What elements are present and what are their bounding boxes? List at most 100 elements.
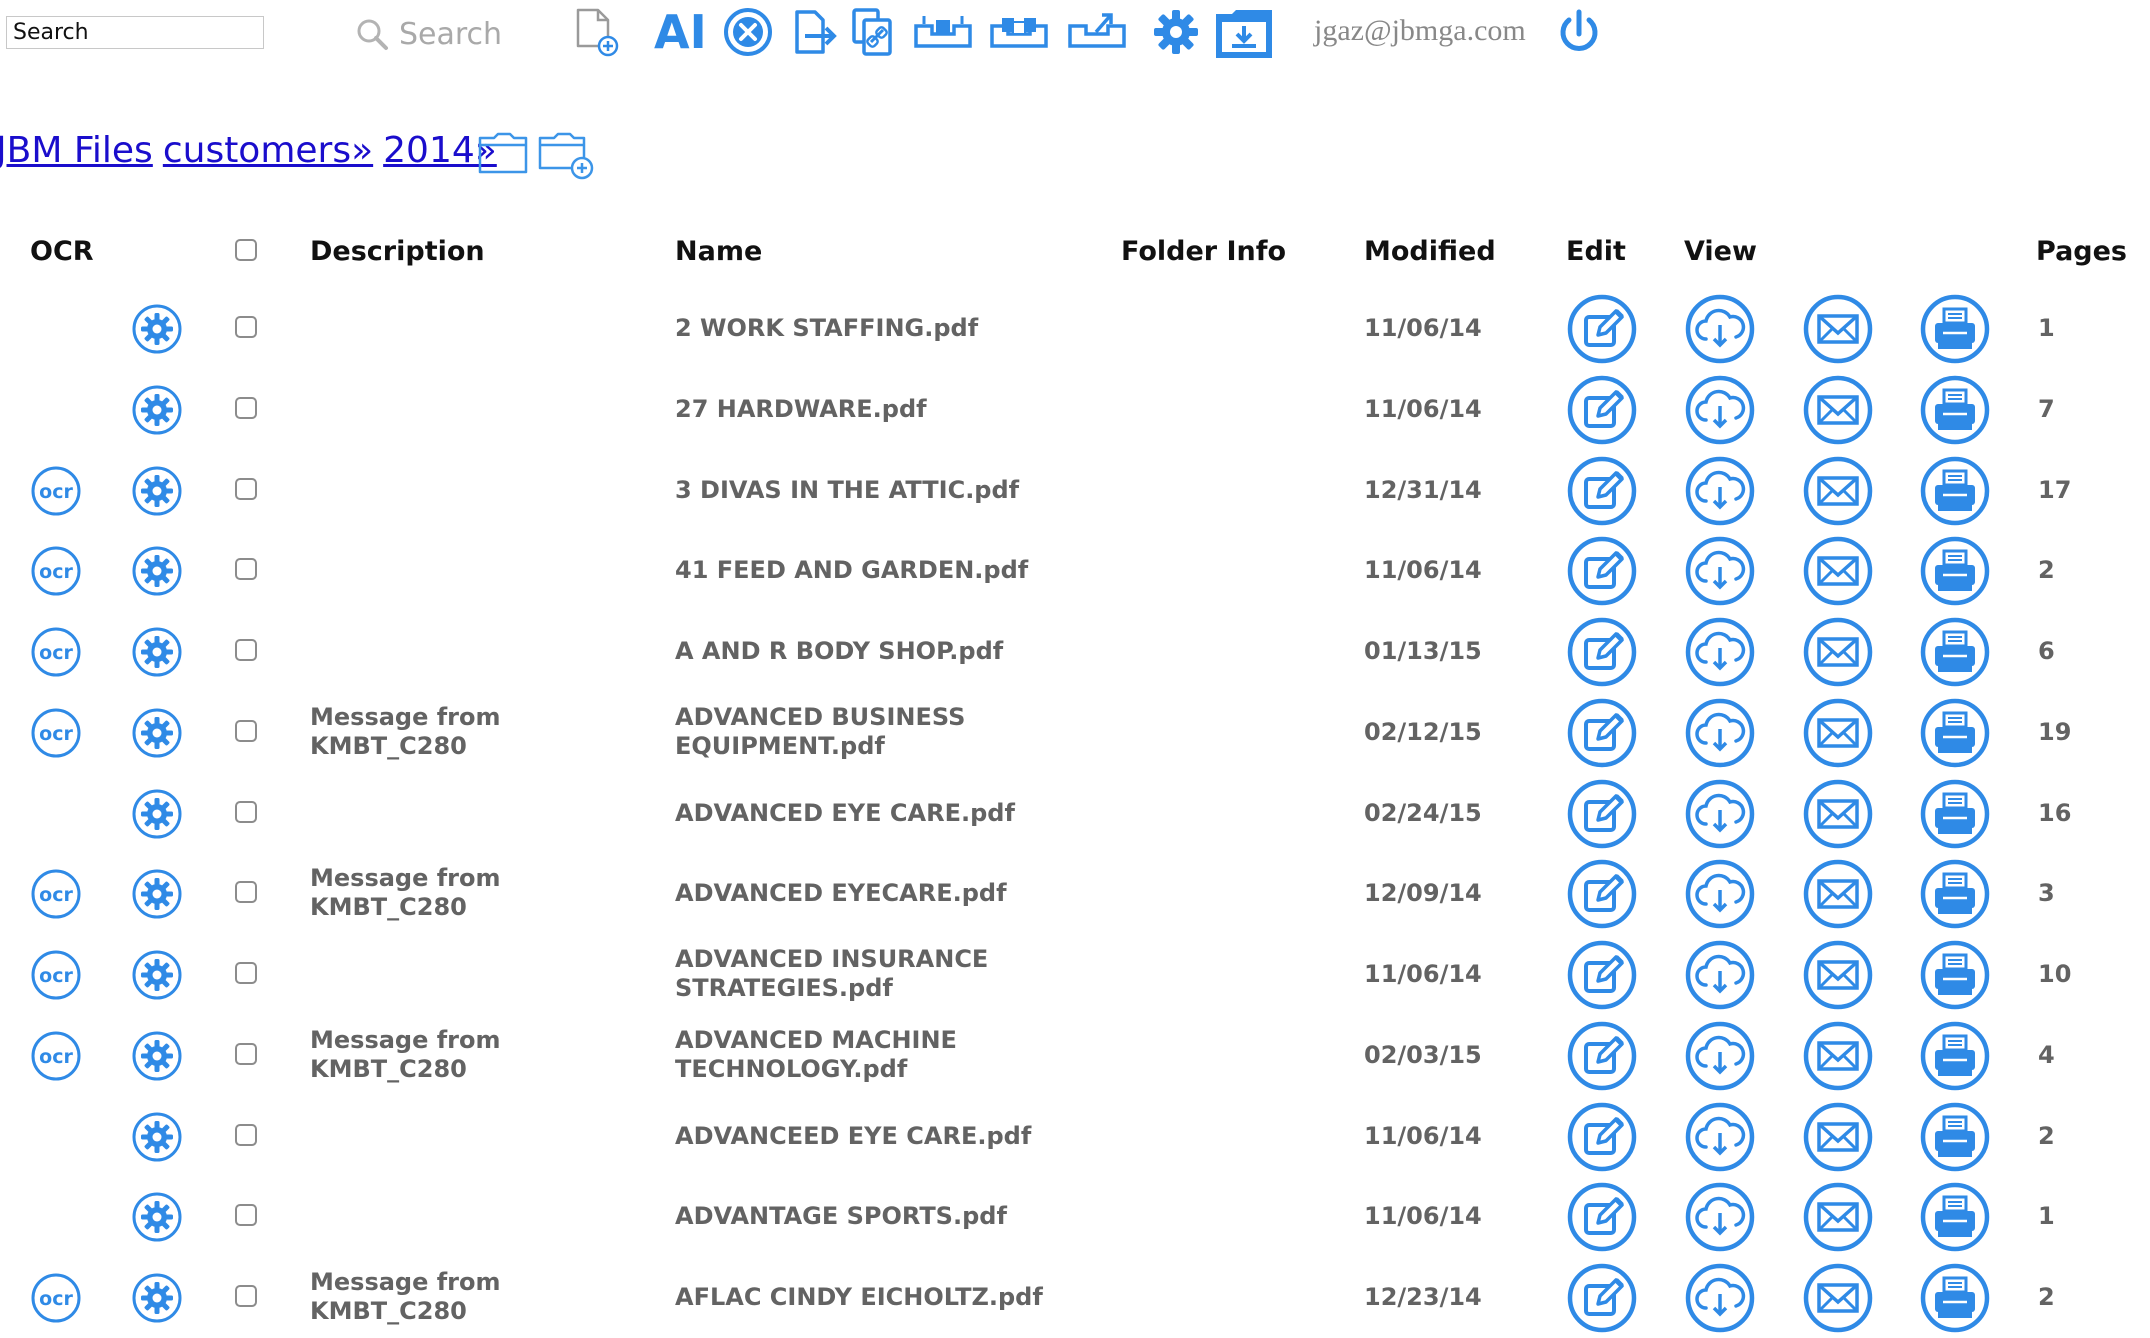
settings-gear-icon[interactable] [131, 303, 183, 355]
cloud-download-icon[interactable] [1684, 293, 1756, 365]
email-icon[interactable] [1802, 858, 1874, 930]
cloud-download-icon[interactable] [1684, 616, 1756, 688]
edit-icon[interactable] [1566, 1020, 1638, 1092]
edit-icon[interactable] [1566, 1262, 1638, 1334]
folder-icon[interactable] [476, 130, 530, 178]
file-name[interactable]: ADVANCED EYE CARE.pdf [675, 799, 1095, 828]
select-all-checkbox[interactable] [235, 239, 257, 261]
cloud-download-icon[interactable] [1684, 939, 1756, 1011]
file-name[interactable]: A AND R BODY SHOP.pdf [675, 637, 1095, 666]
tray-multi-icon[interactable] [988, 6, 1050, 58]
email-icon[interactable] [1802, 939, 1874, 1011]
edit-icon[interactable] [1566, 535, 1638, 607]
row-checkbox[interactable] [235, 1123, 257, 1146]
file-name[interactable]: ADVANTAGE SPORTS.pdf [675, 1202, 1095, 1231]
print-icon[interactable] [1919, 858, 1991, 930]
search-input[interactable] [6, 16, 264, 49]
edit-icon[interactable] [1566, 1101, 1638, 1173]
row-checkbox[interactable] [235, 639, 257, 661]
edit-icon[interactable] [1566, 939, 1638, 1011]
cloud-download-icon[interactable] [1684, 778, 1756, 850]
print-icon[interactable] [1919, 1020, 1991, 1092]
ocr-icon[interactable]: ocr [30, 707, 82, 759]
cloud-download-icon[interactable] [1684, 455, 1756, 527]
email-icon[interactable] [1802, 697, 1874, 769]
link-document-icon[interactable] [848, 6, 900, 58]
cloud-download-icon[interactable] [1684, 1181, 1756, 1253]
file-name[interactable]: 2 WORK STAFFING.pdf [675, 314, 1095, 343]
gear-icon[interactable] [1150, 6, 1202, 58]
settings-gear-icon[interactable] [131, 384, 183, 436]
settings-gear-icon[interactable] [131, 1191, 183, 1243]
email-icon[interactable] [1802, 616, 1874, 688]
file-name[interactable]: ADVANCED MACHINE TECHNOLOGY.pdf [675, 1026, 1095, 1084]
file-name[interactable]: ADVANCEED EYE CARE.pdf [675, 1122, 1095, 1151]
edit-icon[interactable] [1566, 778, 1638, 850]
print-icon[interactable] [1919, 697, 1991, 769]
file-name[interactable]: ADVANCED INSURANCE STRATEGIES.pdf [675, 945, 1095, 1003]
edit-icon[interactable] [1566, 374, 1638, 446]
settings-gear-icon[interactable] [131, 626, 183, 678]
edit-icon[interactable] [1566, 616, 1638, 688]
file-name[interactable]: ADVANCED BUSINESS EQUIPMENT.pdf [675, 703, 1095, 761]
tray-icon[interactable] [912, 6, 974, 58]
print-icon[interactable] [1919, 455, 1991, 527]
email-icon[interactable] [1802, 455, 1874, 527]
cloud-download-icon[interactable] [1684, 1262, 1756, 1334]
file-name[interactable]: ADVANCED EYECARE.pdf [675, 879, 1095, 908]
email-icon[interactable] [1802, 1262, 1874, 1334]
edit-icon[interactable] [1566, 455, 1638, 527]
breadcrumb-root[interactable]: JBM Files [0, 130, 153, 171]
file-name[interactable]: 41 FEED AND GARDEN.pdf [675, 556, 1095, 585]
settings-gear-icon[interactable] [131, 545, 183, 597]
print-icon[interactable] [1919, 1101, 1991, 1173]
file-name[interactable]: AFLAC CINDY EICHOLTZ.pdf [675, 1283, 1095, 1312]
print-icon[interactable] [1919, 1262, 1991, 1334]
print-icon[interactable] [1919, 939, 1991, 1011]
row-checkbox[interactable] [235, 719, 257, 742]
ocr-icon[interactable]: ocr [30, 545, 82, 597]
email-icon[interactable] [1802, 778, 1874, 850]
row-checkbox[interactable] [235, 800, 257, 823]
breadcrumb-customers[interactable]: customers» [163, 130, 373, 171]
email-icon[interactable] [1802, 1020, 1874, 1092]
download-icon[interactable] [1212, 6, 1276, 58]
email-icon[interactable] [1802, 1181, 1874, 1253]
export-icon[interactable] [789, 6, 841, 58]
row-checkbox[interactable] [235, 1285, 257, 1307]
new-folder-icon[interactable] [536, 130, 598, 180]
cloud-download-icon[interactable] [1684, 1101, 1756, 1173]
print-icon[interactable] [1919, 1181, 1991, 1253]
edit-icon[interactable] [1566, 858, 1638, 930]
settings-gear-icon[interactable] [131, 707, 183, 759]
ai-icon[interactable]: AI [654, 6, 712, 58]
file-name[interactable]: 27 HARDWARE.pdf [675, 395, 1095, 424]
ocr-icon[interactable]: ocr [30, 949, 82, 1001]
cloud-download-icon[interactable] [1684, 535, 1756, 607]
ocr-icon[interactable]: ocr [30, 465, 82, 517]
print-icon[interactable] [1919, 374, 1991, 446]
cloud-download-icon[interactable] [1684, 697, 1756, 769]
settings-gear-icon[interactable] [131, 949, 183, 1001]
row-checkbox[interactable] [235, 962, 257, 984]
print-icon[interactable] [1919, 778, 1991, 850]
file-name[interactable]: 3 DIVAS IN THE ATTIC.pdf [675, 476, 1095, 505]
search-button[interactable]: Search [355, 12, 502, 56]
ocr-icon[interactable]: ocr [30, 1272, 82, 1324]
settings-gear-icon[interactable] [131, 1030, 183, 1082]
ocr-icon[interactable]: ocr [30, 1030, 82, 1082]
row-checkbox[interactable] [235, 396, 257, 419]
cloud-download-icon[interactable] [1684, 858, 1756, 930]
ocr-icon[interactable]: ocr [30, 868, 82, 920]
edit-icon[interactable] [1566, 1181, 1638, 1253]
email-icon[interactable] [1802, 374, 1874, 446]
settings-gear-icon[interactable] [131, 465, 183, 517]
row-checkbox[interactable] [235, 881, 257, 904]
new-document-icon[interactable] [570, 6, 622, 58]
edit-icon[interactable] [1566, 293, 1638, 365]
row-checkbox[interactable] [235, 316, 257, 338]
settings-gear-icon[interactable] [131, 1111, 183, 1163]
settings-gear-icon[interactable] [131, 868, 183, 920]
cloud-download-icon[interactable] [1684, 374, 1756, 446]
row-checkbox[interactable] [235, 477, 257, 500]
